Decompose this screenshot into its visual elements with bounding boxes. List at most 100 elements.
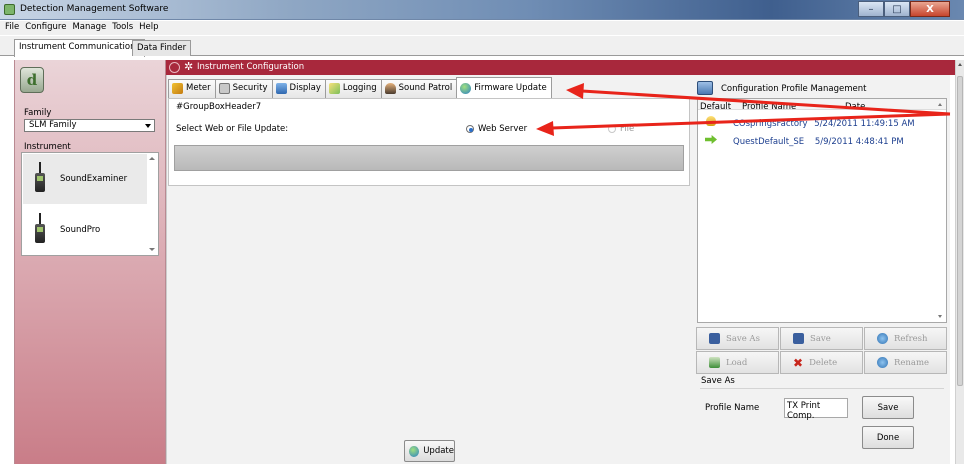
column-header-default[interactable]: Default [700,102,731,112]
refresh-button[interactable]: Refresh [864,327,947,350]
table-row[interactable]: QuestDefault_SE 5/9/2011 4:48:41 PM [733,137,904,147]
file-radio[interactable] [608,125,616,133]
scroll-down-icon[interactable] [938,315,942,318]
profile-name-label: Profile Name [705,403,760,413]
family-select-value: SLM Family [29,120,77,130]
done-button[interactable]: Done [862,426,914,449]
app-logo-icon: d [20,67,44,93]
menu-configure[interactable]: Configure [22,21,69,35]
column-header-profile-name[interactable]: Profile Name [742,102,796,112]
load-icon [709,357,720,368]
update-source-label: Select Web or File Update: [176,124,289,134]
person-icon [384,83,396,94]
collapse-icon[interactable] [169,62,180,73]
table-row[interactable]: COspringsFactory 5/24/2011 11:49:15 AM [733,119,915,129]
update-button-label: Update [423,446,454,456]
profile-name-cell: QuestDefault_SE [733,137,805,147]
profile-panel-title: Configuration Profile Management [721,84,867,94]
web-server-radio-label[interactable]: Web Server [478,124,527,134]
instrument-name: SoundExaminer [60,174,128,184]
tab-label: Security [232,83,268,93]
lock-icon [218,83,230,94]
sound-meter-icon [34,213,46,243]
instrument-list: SoundExaminer SoundPro [21,152,159,256]
config-header: ✲ Instrument Configuration [166,60,960,75]
refresh-label: Refresh [894,333,928,344]
list-item[interactable]: SoundExaminer [23,154,147,204]
family-label: Family [24,108,52,118]
menu-help[interactable]: Help [136,21,161,35]
pencil-icon [328,83,340,94]
delete-button[interactable]: ✖ Delete [780,351,863,374]
save-label: Save [810,333,831,344]
delete-x-icon: ✖ [793,355,804,370]
minimize-button[interactable]: – [858,1,884,17]
sound-meter-icon [34,162,46,192]
tab-label: Sound Patrol [398,83,453,93]
tab-label: Display [289,83,321,93]
main-tab-strip: Instrument Communications Data Finder [0,36,964,57]
file-radio-label[interactable]: File [620,124,634,134]
key-icon [706,116,716,126]
instrument-list-scrollbar[interactable] [146,153,158,255]
group-box-header: #GroupBoxHeader7 [176,102,262,112]
computer-icon [697,81,713,95]
profile-list-scrollbar[interactable] [935,99,946,322]
save-profile-button[interactable]: Save [780,327,863,350]
window-controls: – □ X [858,1,950,17]
tab-label: Meter [186,83,211,93]
scroll-up-icon[interactable] [149,157,155,160]
save-as-button[interactable]: Save As [696,327,779,350]
delete-label: Delete [809,357,838,368]
load-button[interactable]: Load [696,351,779,374]
update-button[interactable]: Update [404,440,455,462]
profile-list [697,98,947,323]
monitor-icon [275,83,287,94]
save-as-label: Save As [726,333,760,344]
profile-name-input[interactable]: TX Print Comp. [784,398,848,421]
list-item[interactable]: SoundPro [23,205,147,255]
tab-label: Firmware Update [474,83,547,93]
tab-data-finder[interactable]: Data Finder [132,40,192,56]
web-server-radio[interactable] [466,125,474,133]
tab-firmware-update[interactable]: Firmware Update [456,77,552,98]
instrument-label: Instrument [24,142,71,152]
menu-manage[interactable]: Manage [69,21,109,35]
refresh-icon [877,333,888,344]
tab-logging[interactable]: Logging [324,79,382,98]
tab-meter[interactable]: Meter [168,79,216,98]
gear-icon: ✲ [184,60,194,73]
rename-label: Rename [894,357,930,368]
maximize-button[interactable]: □ [884,1,910,17]
menu-file[interactable]: File [2,21,22,35]
scroll-up-icon[interactable] [958,63,962,66]
config-tabs: Meter Security Display Logging Sound Pat… [168,77,552,98]
window-title: Detection Management Software [20,4,169,14]
column-header-date[interactable]: Date [845,102,865,112]
rename-button[interactable]: Rename [864,351,947,374]
globe-icon [460,83,472,94]
rename-icon [877,357,888,368]
family-select[interactable]: SLM Family [24,119,155,132]
scroll-down-icon[interactable] [149,248,155,251]
floppy-icon [793,333,804,344]
menu-tools[interactable]: Tools [109,21,136,35]
floppy-icon [709,333,720,344]
tab-security[interactable]: Security [214,79,273,98]
save-as-group-label: Save As [701,376,735,386]
menu-bar: File Configure Manage Tools Help [0,21,964,35]
tab-instrument-communications[interactable]: Instrument Communications [14,39,145,57]
instrument-name: SoundPro [60,225,101,235]
update-progress-bar [174,145,684,171]
tab-sound-patrol[interactable]: Sound Patrol [380,79,458,98]
tab-display[interactable]: Display [271,79,326,98]
window-scrollbar[interactable] [955,60,964,464]
config-title: Instrument Configuration [197,62,305,72]
scroll-up-icon[interactable] [938,103,942,106]
scrollbar-thumb[interactable] [957,76,963,386]
close-button[interactable]: X [910,1,950,17]
tab-label: Logging [342,83,377,93]
profile-date-cell: 5/24/2011 11:49:15 AM [814,119,915,129]
profile-list-header [698,99,946,110]
save-button[interactable]: Save [862,396,914,419]
